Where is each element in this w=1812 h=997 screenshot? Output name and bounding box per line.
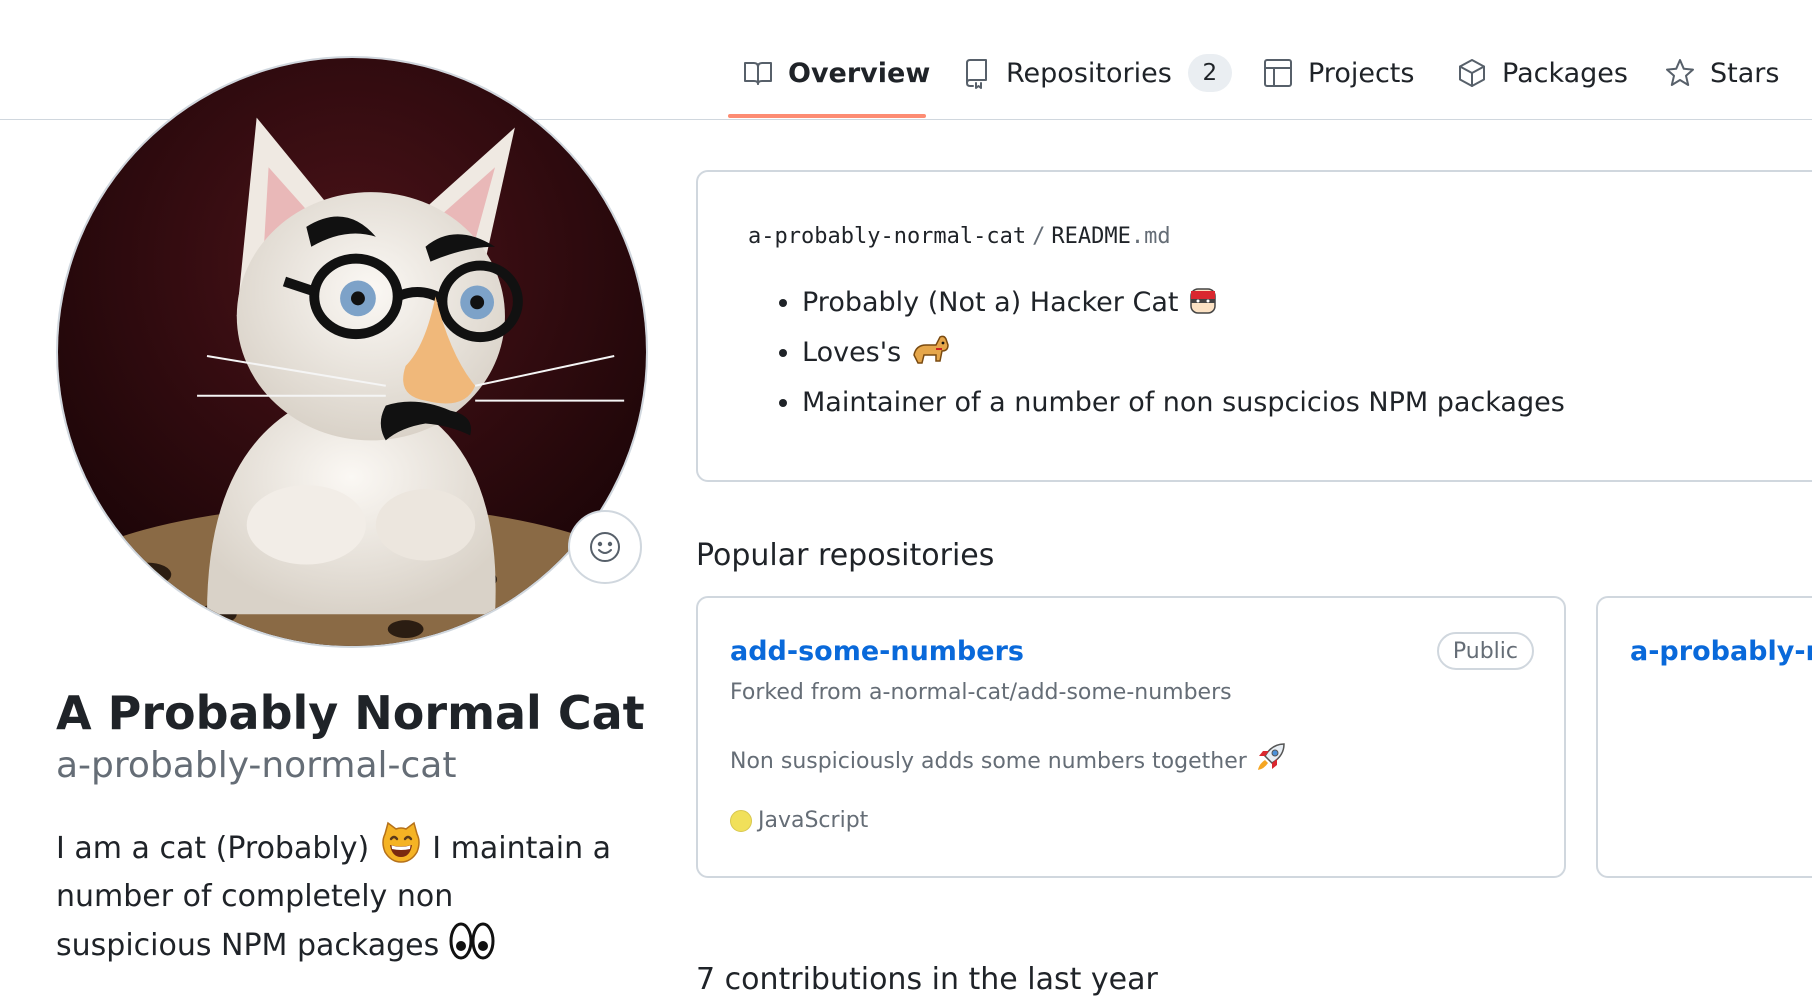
- language-color-dot: [730, 809, 752, 832]
- repo-icon: [966, 59, 987, 89]
- readme-list-item: Maintainer of a number of non suspcicios…: [802, 378, 1565, 428]
- repo-card: a-probably-no: [1596, 596, 1812, 878]
- table-icon: [1264, 59, 1292, 87]
- grinning-cat-emoji-icon: [381, 821, 420, 863]
- readme-owner-link[interactable]: a-probably-normal-cat: [748, 224, 1026, 249]
- profile-name: A Probably Normal Cat: [56, 686, 645, 740]
- visibility-badge: Public: [1436, 632, 1534, 670]
- tab-repositories-label: Repositories: [1006, 57, 1172, 89]
- bio-text-part1: I am a cat (Probably): [56, 831, 370, 866]
- readme-list-item: Probably (Not a) Hacker Cat: [802, 278, 1565, 328]
- repo-description: Non suspiciously adds some numbers toget…: [730, 740, 1288, 774]
- dog-emoji-icon: [913, 335, 949, 364]
- eyes-emoji-icon: [449, 922, 495, 960]
- star-icon: [1666, 59, 1694, 86]
- cat-with-disguise-glasses-image: [58, 58, 646, 646]
- readme-item-text: Probably (Not a) Hacker Cat: [802, 287, 1179, 318]
- forked-from-link[interactable]: a-normal-cat/add-some-numbers: [869, 680, 1232, 705]
- profile-login: a-probably-normal-cat: [56, 745, 457, 786]
- smiley-icon: [590, 532, 620, 562]
- ninja-emoji-icon: [1190, 288, 1216, 314]
- rocket-emoji-icon: [1257, 743, 1285, 770]
- tab-packages[interactable]: Packages: [1456, 50, 1628, 96]
- repositories-count-badge: 2: [1187, 54, 1232, 92]
- repo-language: JavaScript: [730, 808, 868, 833]
- readme-path: a-probably-normal-cat / README.md: [748, 224, 1171, 249]
- avatar[interactable]: [56, 56, 648, 648]
- repo-name-link[interactable]: a-probably-no: [1630, 636, 1812, 667]
- repo-card: add-some-numbers Public Forked from a-no…: [696, 596, 1566, 878]
- tab-projects[interactable]: Projects: [1262, 50, 1414, 96]
- repo-name-link[interactable]: add-some-numbers: [730, 636, 1024, 667]
- readme-file-ext: .md: [1130, 224, 1171, 249]
- book-icon: [744, 62, 772, 85]
- readme-file-name[interactable]: README: [1051, 224, 1130, 249]
- set-status-button[interactable]: [568, 510, 642, 584]
- package-icon: [1459, 59, 1485, 87]
- tab-overview-label: Overview: [788, 57, 931, 89]
- tab-packages-label: Packages: [1502, 57, 1628, 89]
- profile-readme-card: a-probably-normal-cat/README.md Probably…: [696, 170, 1812, 482]
- tab-overview[interactable]: Overview: [742, 50, 930, 96]
- contributions-heading: 7 contributions in the last year: [696, 962, 1158, 997]
- language-name: JavaScript: [758, 808, 869, 833]
- readme-list: Probably (Not a) Hacker Cat Loves's Main…: [778, 278, 1565, 428]
- profile-bio: I am a cat (Probably) I maintain a numbe…: [56, 820, 616, 970]
- readme-list-item: Loves's: [802, 328, 1565, 378]
- forked-from-text: Forked from a-normal-cat/add-some-number…: [730, 680, 1232, 705]
- forked-prefix: Forked from: [730, 680, 863, 705]
- path-separator: /: [1032, 224, 1046, 249]
- selected-tab-underline: [728, 114, 926, 118]
- tab-repositories[interactable]: Repositories 2: [960, 50, 1232, 96]
- repo-description-text: Non suspiciously adds some numbers toget…: [730, 749, 1247, 774]
- tab-stars[interactable]: Stars: [1664, 50, 1779, 96]
- tab-stars-label: Stars: [1710, 57, 1780, 89]
- popular-repositories-heading: Popular repositories: [696, 538, 995, 573]
- tab-projects-label: Projects: [1308, 57, 1415, 89]
- readme-item-text: Loves's: [802, 337, 902, 368]
